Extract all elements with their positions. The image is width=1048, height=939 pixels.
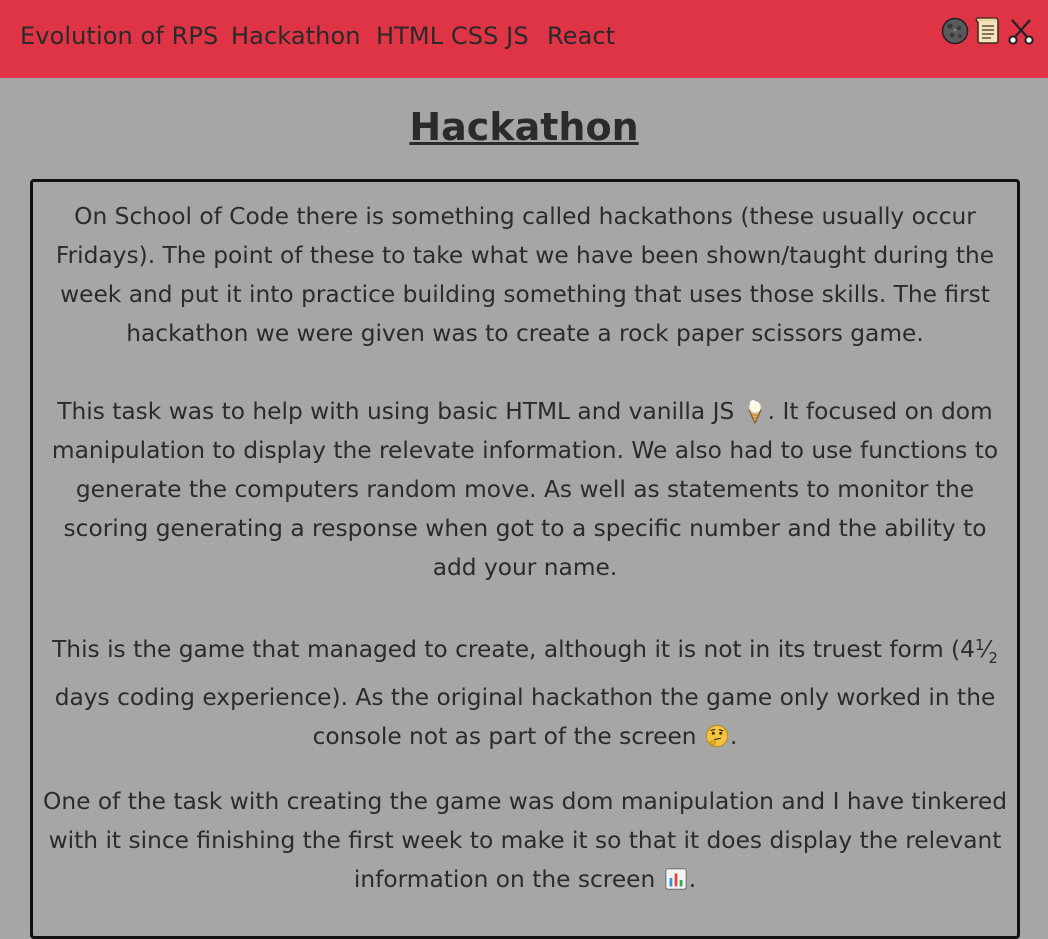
paragraph-dom-manipulation: One of the task with creating the game w… xyxy=(41,782,1009,899)
paragraph-text: days coding experience). As the original… xyxy=(54,684,996,750)
paragraph-text: . xyxy=(688,866,697,893)
paragraph-text: This is the game that managed to create,… xyxy=(52,636,975,663)
thinking-face-icon xyxy=(705,724,729,748)
paragraph-hackathon-intro: On School of Code there is something cal… xyxy=(55,203,995,347)
top-navbar: Evolution of RPS Hackathon HTML CSS JS R… xyxy=(0,0,1048,78)
nav-link-evolution-of-rps[interactable]: Evolution of RPS xyxy=(20,22,218,50)
vanilla-ice-cream-icon xyxy=(747,400,762,424)
paragraph-game-notes: This is the game that managed to create,… xyxy=(41,626,1009,756)
scissors-icon[interactable] xyxy=(1006,16,1036,46)
paragraph-text: . xyxy=(729,723,738,750)
paragraph-text: This task was to help with using basic H… xyxy=(57,398,735,425)
nav-link-react[interactable]: React xyxy=(547,22,615,50)
bar-chart-icon xyxy=(665,868,687,890)
paper-scroll-icon[interactable] xyxy=(973,16,1003,46)
fraction-numerator: 1 xyxy=(974,636,985,654)
rock-icon[interactable] xyxy=(940,16,970,46)
paragraph-text: . It focused on dom manipulation to disp… xyxy=(51,398,999,581)
nav-link-hackathon[interactable]: Hackathon xyxy=(231,22,361,50)
page-title: Hackathon xyxy=(409,105,639,149)
paragraph-text: One of the task with creating the game w… xyxy=(43,788,1007,893)
fraction-half: 1⁄2 xyxy=(974,636,998,667)
nav-link-html-css-js[interactable]: HTML CSS JS xyxy=(376,22,529,50)
fraction-denominator: 2 xyxy=(988,649,998,667)
content-box: On School of Code there is something cal… xyxy=(30,179,1020,939)
paragraph-task-description: This task was to help with using basic H… xyxy=(41,392,1009,587)
